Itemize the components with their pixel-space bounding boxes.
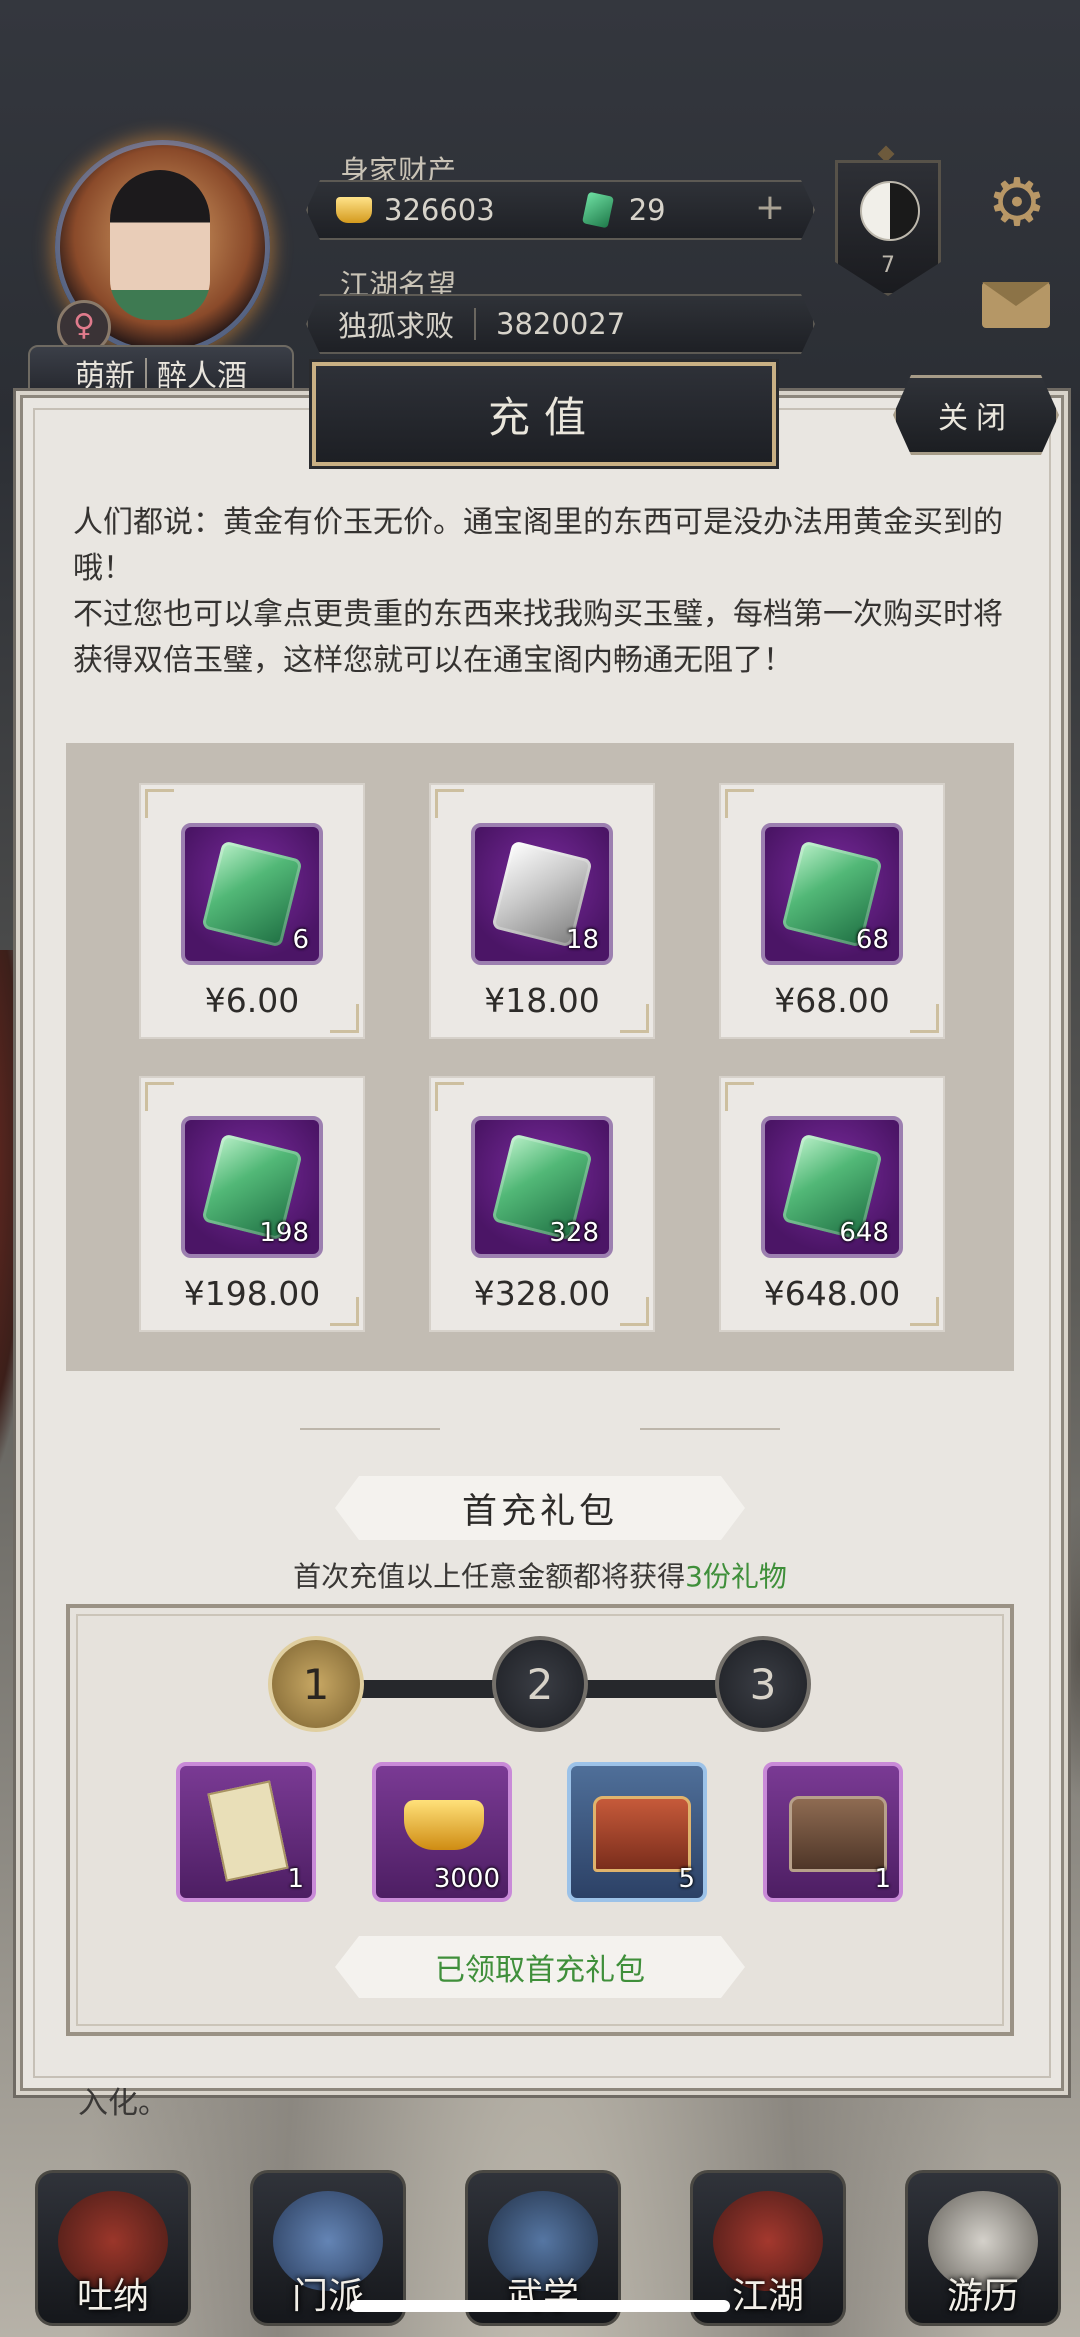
gift-item[interactable]: 1 — [763, 1762, 903, 1902]
add-currency-button[interactable]: + — [751, 190, 789, 228]
intro-line-1: 人们都说：黄金有价玉无价。通宝阁里的东西可是没办法用黄金买到的哦！ — [73, 505, 1003, 586]
reputation-rank: 独孤求败 — [338, 309, 455, 343]
tier-quantity: 648 — [839, 1218, 889, 1248]
gift-quantity: 5 — [678, 1864, 695, 1894]
gift-item[interactable]: 5 — [567, 1762, 707, 1902]
tier-quantity: 6 — [292, 925, 309, 955]
gift-quantity: 1 — [874, 1864, 891, 1894]
claimed-gift-status: 已领取首充礼包 — [335, 1936, 745, 1998]
ornament-divider-left — [300, 1428, 440, 1430]
reputation-value: 3820027 — [496, 307, 626, 341]
gift-quantity: 1 — [287, 1864, 304, 1894]
tier-price: ¥68.00 — [774, 981, 890, 1020]
nav-label: 吐纳 — [76, 2276, 149, 2317]
name-separator — [145, 358, 147, 388]
recharge-tier-card[interactable]: 648 ¥648.00 — [719, 1076, 945, 1332]
close-button[interactable]: 关闭 — [893, 375, 1059, 455]
recharge-tier-grid: 6 ¥6.00 18 ¥18.00 68 ¥68.00 198 ¥198.00 … — [66, 743, 1014, 1371]
item-frame: 18 — [471, 823, 613, 965]
wood-chest-icon — [789, 1796, 887, 1872]
jade-amount: 29 — [628, 193, 666, 227]
recharge-tier-card[interactable]: 198 ¥198.00 — [139, 1076, 365, 1332]
gold-ingot-icon — [404, 1800, 484, 1850]
tier-quantity: 328 — [549, 1218, 599, 1248]
wealth-bar: 326603 29 + — [306, 180, 815, 240]
intro-line-2: 不过您也可以拿点更贵重的东西来找我购买玉璧，每档第一次购买时将获得双倍玉璧，这样… — [73, 597, 1003, 678]
avatar-portrait — [110, 170, 210, 320]
gold-amount: 326603 — [384, 193, 495, 227]
recharge-tier-card[interactable]: 68 ¥68.00 — [719, 783, 945, 1039]
green-jade-icon — [201, 840, 303, 948]
first-gift-subtitle-text: 首次充值以上任意金额都将获得 — [293, 1560, 686, 1593]
nav-item-travel[interactable]: 游历 — [905, 2170, 1061, 2326]
nav-item-tuna[interactable]: 吐纳 — [35, 2170, 191, 2326]
dialog-intro: 人们都说：黄金有价玉无价。通宝阁里的东西可是没办法用黄金买到的哦！ 不过您也可以… — [73, 500, 1008, 684]
step-1[interactable]: 1 — [268, 1636, 364, 1732]
tier-price: ¥648.00 — [763, 1274, 901, 1313]
yin-yang-icon — [860, 181, 920, 241]
settings-gear-icon[interactable]: ⚙ — [982, 168, 1052, 238]
tier-quantity: 18 — [565, 925, 599, 955]
step-3[interactable]: 3 — [715, 1636, 811, 1732]
jade-icon — [582, 192, 614, 229]
tier-price: ¥328.00 — [473, 1274, 611, 1313]
step-2[interactable]: 2 — [492, 1636, 588, 1732]
red-chest-icon — [593, 1796, 691, 1872]
first-gift-count: 3份礼物 — [685, 1560, 787, 1593]
gift-quantity: 3000 — [433, 1864, 500, 1894]
reputation-bar: 独孤求败 3820027 — [306, 294, 815, 354]
tier-quantity: 198 — [259, 1218, 309, 1248]
item-frame: 68 — [761, 823, 903, 965]
item-frame: 648 — [761, 1116, 903, 1258]
item-frame: 198 — [181, 1116, 323, 1258]
player-title: 萌新 — [75, 359, 135, 394]
tier-quantity: 68 — [855, 925, 889, 955]
first-gift-title: 首充礼包 — [335, 1476, 745, 1540]
item-frame: 6 — [181, 823, 323, 965]
home-indicator[interactable] — [350, 2300, 730, 2312]
recharge-tier-card[interactable]: 18 ¥18.00 — [429, 783, 655, 1039]
gift-item[interactable]: 1 — [176, 1762, 316, 1902]
tier-price: ¥198.00 — [183, 1274, 321, 1313]
gold-ingot-icon — [336, 197, 372, 223]
reputation-separator — [474, 308, 476, 340]
mail-icon[interactable] — [982, 282, 1050, 328]
nav-label: 游历 — [946, 2276, 1019, 2317]
tier-price: ¥6.00 — [204, 981, 300, 1020]
background-text: 入化。 — [78, 2086, 168, 2121]
recharge-tier-card[interactable]: 328 ¥328.00 — [429, 1076, 655, 1332]
book-icon — [207, 1780, 289, 1882]
recharge-tier-card[interactable]: 6 ¥6.00 — [139, 783, 365, 1039]
player-name-plate[interactable]: 萌新 醉人酒 — [28, 345, 294, 401]
gift-item[interactable]: 3000 — [372, 1762, 512, 1902]
tier-price: ¥18.00 — [484, 981, 600, 1020]
first-gift-subtitle: 首次充值以上任意金额都将获得3份礼物 — [0, 1555, 1080, 1595]
dialog-title: 充值 — [312, 362, 776, 466]
player-name: 醉人酒 — [157, 359, 247, 394]
item-frame: 328 — [471, 1116, 613, 1258]
ornament-divider-right — [640, 1428, 780, 1430]
